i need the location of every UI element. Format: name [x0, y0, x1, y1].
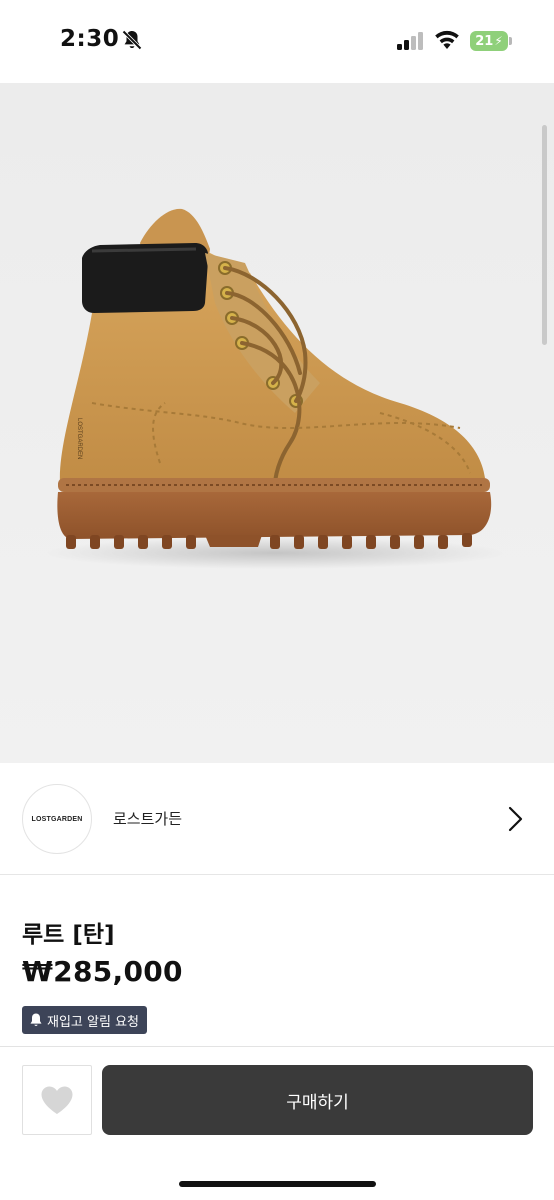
- seller-logo: LOSTGARDEN: [22, 784, 92, 854]
- image-scroll-indicator: [542, 125, 547, 345]
- buy-button[interactable]: 구매하기: [102, 1065, 533, 1135]
- restock-alert-label: 재입고 알림 요청: [47, 1014, 139, 1030]
- home-indicator[interactable]: [179, 1181, 376, 1187]
- restock-alert-button[interactable]: 재입고 알림 요청: [22, 1006, 147, 1034]
- product-price: ₩285,000: [22, 955, 183, 988]
- chevron-right-icon[interactable]: [506, 805, 526, 833]
- seller-logo-text: LOSTGARDEN: [31, 815, 83, 823]
- status-bar: 2:30 21 ⚡: [0, 0, 554, 82]
- seller-name[interactable]: 로스트가든: [113, 808, 182, 829]
- bell-icon: [30, 1013, 42, 1027]
- boot-brand-mark: LOSTGARDEN: [76, 418, 82, 459]
- cellular-signal-icon: [397, 32, 423, 50]
- boot-product-image: LOSTGARDEN: [45, 208, 505, 569]
- divider: [0, 1046, 554, 1047]
- product-title: 루트 [탄]: [22, 922, 115, 948]
- like-button[interactable]: [22, 1065, 92, 1135]
- wifi-icon: [435, 30, 459, 49]
- status-time: 2:30: [60, 26, 120, 52]
- heart-icon: [41, 1086, 73, 1114]
- battery-level: 21: [475, 33, 494, 49]
- bell-off-icon: [122, 30, 142, 50]
- seller-row[interactable]: LOSTGARDEN 로스트가든: [0, 763, 554, 875]
- product-image[interactable]: LOSTGARDEN: [0, 83, 554, 763]
- charging-bolt-icon: ⚡: [494, 34, 503, 48]
- battery-tip: [509, 37, 512, 45]
- battery-charging-icon: 21 ⚡: [470, 31, 508, 51]
